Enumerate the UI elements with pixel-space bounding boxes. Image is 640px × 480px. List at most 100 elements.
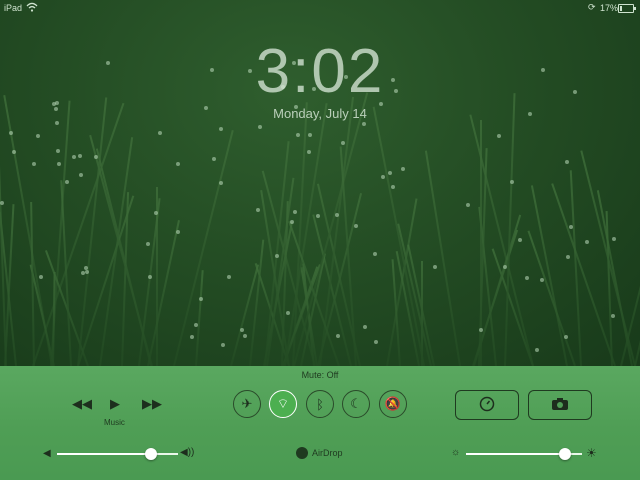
dew-drop: [612, 237, 616, 241]
dew-drop: [227, 275, 231, 279]
dew-drop: [373, 252, 377, 256]
dew-drop: [290, 220, 294, 224]
dew-drop: [57, 162, 61, 166]
dew-drop: [78, 154, 82, 158]
do-not-disturb-toggle[interactable]: ☾: [342, 390, 370, 418]
grass-blade: [60, 180, 72, 367]
rewind-icon[interactable]: ◀◀: [72, 396, 92, 412]
airdrop-icon: [296, 447, 308, 459]
airplane-mode-toggle[interactable]: ✈: [233, 390, 261, 418]
dew-drop: [341, 141, 345, 145]
dew-drop: [85, 270, 89, 274]
dew-drop: [275, 254, 279, 258]
brightness-slider[interactable]: [466, 448, 582, 460]
music-source-label: Music: [104, 418, 125, 427]
dew-drop: [79, 173, 83, 177]
brightness-high-icon: ☀: [586, 446, 597, 460]
lock-screen-time: 3:02: [255, 37, 385, 106]
dew-drop: [307, 150, 311, 154]
volume-slider[interactable]: [57, 448, 178, 460]
airdrop-button[interactable]: AirDrop: [296, 447, 343, 459]
volume-low-icon: ◀: [43, 448, 51, 459]
grass-blade: [634, 154, 640, 367]
dew-drop: [401, 167, 405, 171]
dew-drop: [308, 133, 312, 137]
dew-drop: [12, 150, 16, 154]
dew-drop: [381, 175, 385, 179]
mute-bell-icon: 🔕: [384, 396, 402, 411]
fast-forward-icon[interactable]: ▶▶: [142, 396, 162, 412]
dew-drop: [212, 157, 216, 161]
dew-drop: [32, 162, 36, 166]
wifi-icon: [26, 2, 38, 14]
dew-drop: [219, 127, 223, 131]
dew-drop: [510, 180, 514, 184]
dew-drop: [525, 276, 529, 280]
airdrop-label: AirDrop: [312, 448, 343, 458]
dew-drop: [293, 210, 297, 214]
dew-drop: [258, 125, 262, 129]
dew-drop: [564, 335, 568, 339]
brightness-low-icon: ☼: [451, 447, 461, 458]
dew-drop: [286, 311, 290, 315]
status-bar: iPad ⟳ 17%: [0, 0, 640, 16]
bluetooth-toggle[interactable]: ᛒ: [306, 390, 334, 418]
dew-drop: [388, 171, 392, 175]
dew-drop: [391, 185, 395, 189]
dew-drop: [466, 203, 470, 207]
grass-blade: [424, 150, 461, 367]
dew-drop: [154, 211, 158, 215]
volume-high-icon: ◀)): [180, 447, 195, 458]
do-not-disturb-icon: ☾: [350, 396, 362, 411]
dew-drop: [39, 275, 43, 279]
dew-drop: [362, 122, 366, 126]
play-icon[interactable]: ▶: [110, 396, 120, 412]
lock-screen-date: Monday, July 14: [273, 106, 367, 121]
camera-button[interactable]: [528, 390, 592, 420]
dew-drop: [535, 348, 539, 352]
mute-status: Mute: Off: [301, 370, 339, 380]
dew-drop: [199, 297, 203, 301]
volume-knob[interactable]: [145, 448, 157, 460]
dew-drop: [565, 160, 569, 164]
grass-blade: [580, 150, 636, 367]
dew-drop: [336, 334, 340, 338]
camera-icon: [551, 397, 569, 414]
mute-bell-toggle[interactable]: 🔕: [379, 390, 407, 418]
battery-percent: 17%: [600, 3, 619, 13]
dew-drop: [316, 214, 320, 218]
brightness-knob[interactable]: [559, 448, 571, 460]
grass-blade: [249, 239, 265, 367]
dew-drop: [240, 328, 244, 332]
dew-drop: [56, 149, 60, 153]
wifi-toggle[interactable]: ⌔: [269, 390, 297, 418]
dew-drop: [221, 343, 225, 347]
wifi-icon: ⌔: [276, 396, 290, 411]
dew-drop: [566, 255, 570, 259]
dew-drop: [9, 131, 13, 135]
dew-drop: [479, 328, 483, 332]
dew-drop: [569, 225, 573, 229]
dew-drop: [363, 325, 367, 329]
dew-drop: [72, 155, 76, 159]
battery-icon: [618, 4, 636, 13]
grass-blade: [527, 230, 576, 367]
dew-drop: [190, 335, 194, 339]
dew-drop: [94, 155, 98, 159]
dew-drop: [374, 340, 378, 344]
dew-drop: [585, 240, 589, 244]
dew-drop: [335, 213, 339, 217]
timer-icon: [479, 396, 495, 415]
dew-drop: [55, 121, 59, 125]
dew-drop: [148, 275, 152, 279]
grass-blade: [173, 129, 234, 367]
bluetooth-icon: ᛒ: [316, 396, 324, 412]
dew-drop: [354, 224, 358, 228]
grass-blade: [372, 106, 425, 367]
dew-drop: [146, 242, 150, 246]
airplane-mode-icon: ✈: [241, 396, 253, 411]
dew-drop: [433, 265, 437, 269]
dew-drop: [84, 266, 88, 270]
timer-button[interactable]: [455, 390, 519, 420]
orientation-lock-icon: ⟳: [588, 2, 596, 12]
